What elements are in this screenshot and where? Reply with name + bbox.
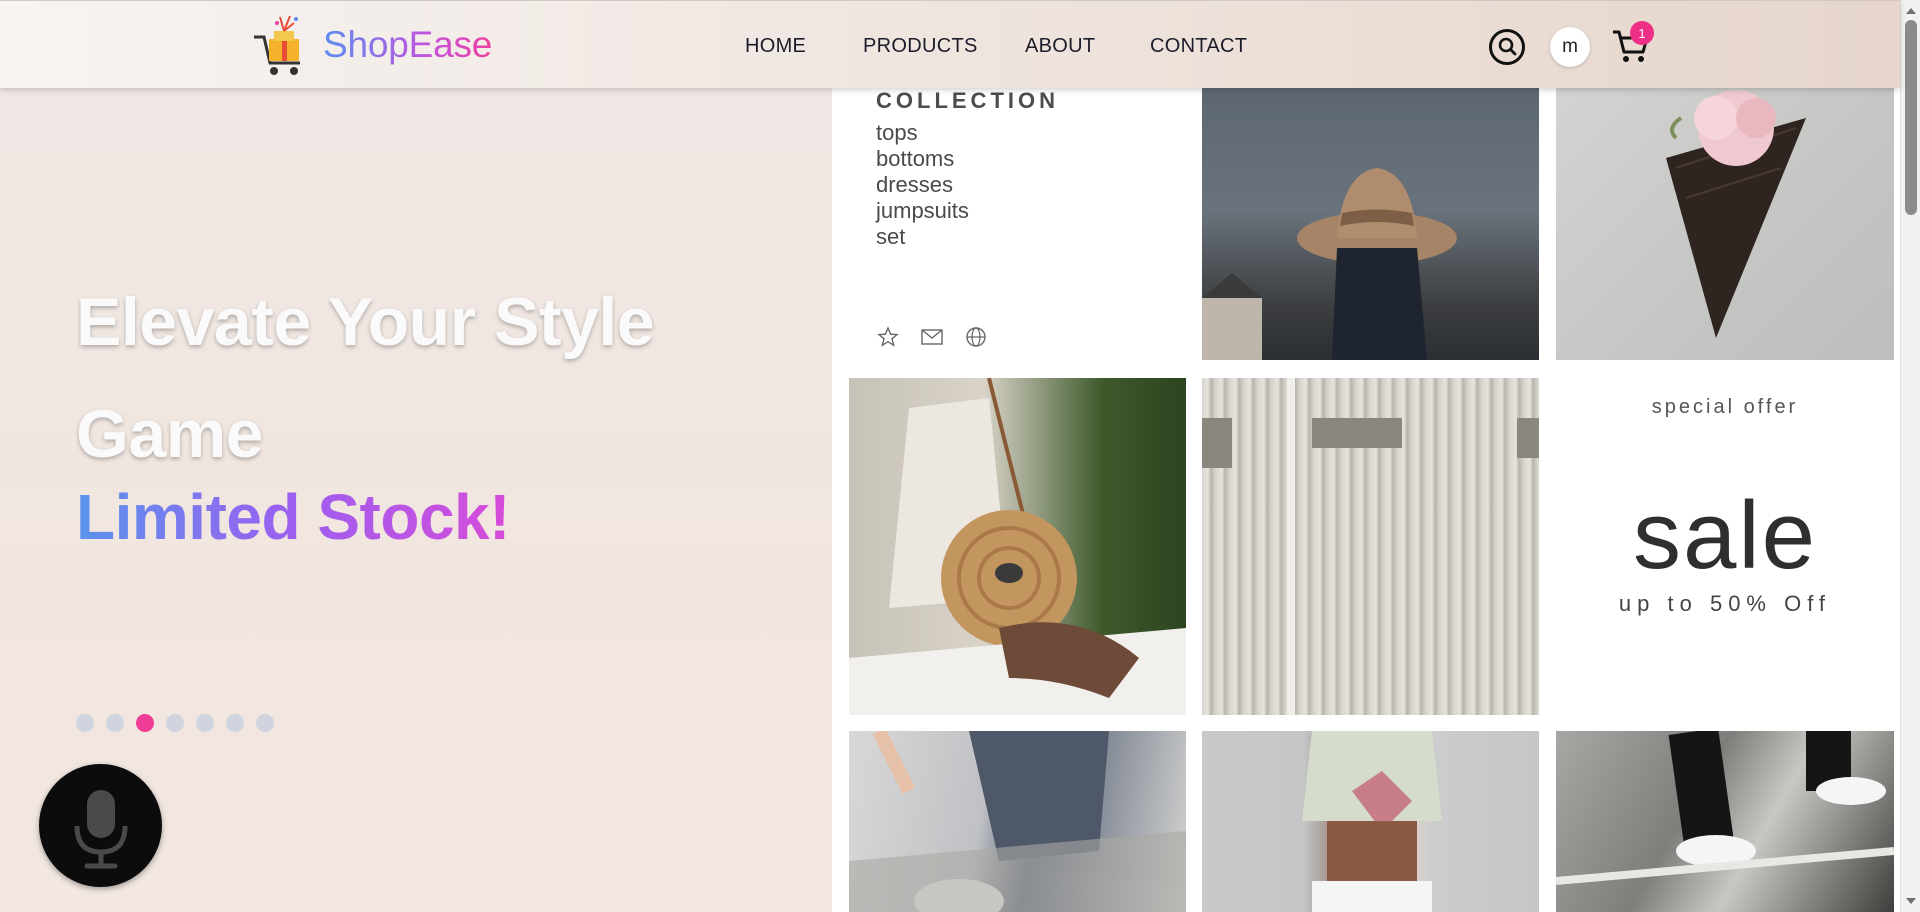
- photo-rattan-bag: [849, 378, 1186, 715]
- scroll-thumb[interactable]: [1905, 20, 1917, 215]
- scroll-down-arrow[interactable]: [1906, 898, 1916, 904]
- sale-headline: sale: [1632, 482, 1818, 589]
- collection-collage: COLLECTION tops bottoms dresses jumpsuit…: [832, 88, 1900, 912]
- collection-item: jumpsuits: [876, 198, 969, 223]
- voice-search-button[interactable]: [39, 764, 162, 887]
- cart-count-badge: 1: [1630, 21, 1654, 45]
- sale-discount-note: up to 50% Off: [1618, 591, 1832, 616]
- collection-item: dresses: [876, 172, 954, 197]
- photo-tied-top: [1202, 731, 1539, 912]
- brand-logo[interactable]: ShopEase: [250, 11, 492, 79]
- carousel-dot-2[interactable]: [106, 714, 124, 732]
- carousel-dot-5[interactable]: [196, 714, 214, 732]
- carousel-dot-4[interactable]: [166, 714, 184, 732]
- brand-name[interactable]: ShopEase: [323, 24, 492, 66]
- carousel-dots: [76, 714, 274, 732]
- nav-products[interactable]: PRODUCTS: [863, 35, 978, 58]
- photo-white-sneakers: [1556, 731, 1894, 912]
- collection-list: tops bottoms dresses jumpsuits set: [876, 120, 969, 250]
- collection-icons: [876, 325, 988, 349]
- carousel-dot-6[interactable]: [226, 714, 244, 732]
- collection-card: COLLECTION tops bottoms dresses jumpsuit…: [832, 88, 1184, 360]
- nav-home[interactable]: HOME: [745, 35, 806, 58]
- photo-jeans-sneakers: [849, 731, 1186, 912]
- star-icon: [876, 325, 900, 349]
- carousel-dot-1[interactable]: [76, 714, 94, 732]
- shopping-cart-gift-icon: [254, 15, 300, 75]
- sale-kicker: special offer: [1651, 396, 1799, 418]
- microphone-icon: [74, 790, 128, 869]
- search-icon[interactable]: [1489, 29, 1525, 65]
- globe-icon: [964, 325, 988, 349]
- collection-item: tops: [876, 120, 918, 145]
- hero-title: Elevate Your Style Game: [76, 284, 655, 472]
- page-scrollbar[interactable]: [1900, 0, 1920, 912]
- site-header: ShopEase HOME PRODUCTS ABOUT CONTACT m 1: [0, 0, 1900, 88]
- avatar[interactable]: m: [1550, 27, 1590, 67]
- photo-straw-hat: [1202, 88, 1539, 360]
- sale-promo-card[interactable]: special offer sale up to 50% Off: [1556, 378, 1894, 715]
- collection-item: set: [876, 224, 906, 249]
- photo-flower-cone: [1556, 88, 1894, 360]
- mail-icon: [920, 325, 944, 349]
- collection-item: bottoms: [876, 146, 955, 171]
- photo-metal-shutter: [1202, 378, 1539, 715]
- nav-about[interactable]: ABOUT: [1025, 35, 1095, 58]
- hero-subtitle: Limited Stock!: [76, 481, 510, 553]
- scroll-up-arrow[interactable]: [1906, 8, 1916, 14]
- carousel-dot-3[interactable]: [136, 714, 154, 732]
- nav-contact[interactable]: CONTACT: [1150, 35, 1247, 58]
- carousel-dot-7[interactable]: [256, 714, 274, 732]
- collection-title: COLLECTION: [876, 88, 1059, 113]
